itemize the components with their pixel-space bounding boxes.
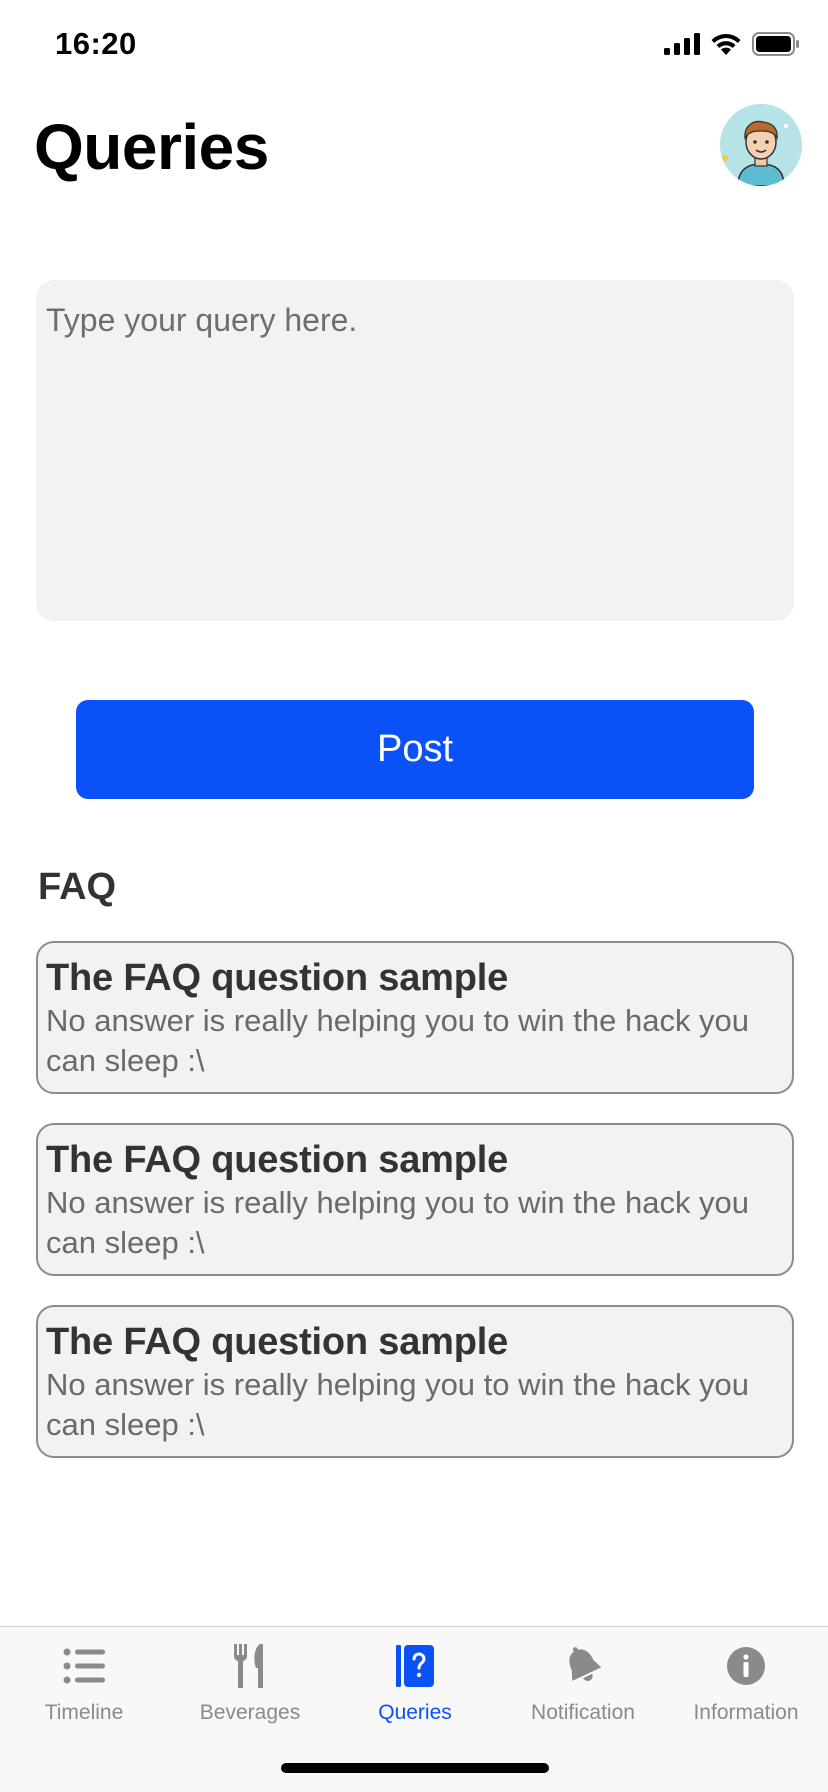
faq-item[interactable]: The FAQ question sample No answer is rea… <box>36 941 794 1094</box>
info-icon <box>723 1643 769 1689</box>
faq-question: The FAQ question sample <box>46 957 509 999</box>
wifi-icon <box>711 33 741 55</box>
user-avatar-icon <box>720 104 802 186</box>
battery-icon <box>752 32 799 56</box>
avatar[interactable] <box>720 104 802 186</box>
queries-screen: 16:20 Queries Type your query here. Post… <box>0 0 828 1792</box>
status-time: 16:20 <box>55 26 137 61</box>
list-icon <box>61 1643 107 1689</box>
tab-label: Timeline <box>44 1701 124 1724</box>
faq-answer: No answer is really helping you to win t… <box>46 1367 750 1442</box>
fork-knife-icon <box>227 1643 273 1689</box>
tab-notification[interactable]: Notification <box>503 1643 663 1743</box>
tab-timeline[interactable]: Timeline <box>4 1643 164 1743</box>
status-icons <box>664 32 800 56</box>
faq-question: The FAQ question sample <box>46 1139 509 1181</box>
tab-label: Queries <box>378 1701 452 1724</box>
faq-answer: No answer is really helping you to win t… <box>46 1003 750 1078</box>
tab-label: Beverages <box>199 1701 301 1724</box>
tab-label: Notification <box>531 1701 635 1724</box>
faq-section-title: FAQ <box>38 866 117 908</box>
post-button[interactable]: Post <box>76 700 754 799</box>
tab-beverages[interactable]: Beverages <box>170 1643 330 1743</box>
home-indicator[interactable] <box>281 1763 549 1773</box>
tab-information[interactable]: Information <box>666 1643 826 1743</box>
bell-icon <box>560 1643 606 1689</box>
faq-item[interactable]: The FAQ question sample No answer is rea… <box>36 1123 794 1276</box>
faq-item[interactable]: The FAQ question sample No answer is rea… <box>36 1305 794 1458</box>
cellular-signal-icon <box>664 33 700 55</box>
status-bar: 16:20 <box>0 0 828 92</box>
tab-label: Information <box>693 1701 799 1724</box>
faq-question: The FAQ question sample <box>46 1321 509 1363</box>
query-input[interactable] <box>36 280 794 621</box>
page-title: Queries <box>34 111 269 183</box>
question-book-icon <box>392 1643 438 1689</box>
tab-queries[interactable]: Queries <box>335 1643 495 1743</box>
faq-answer: No answer is really helping you to win t… <box>46 1185 750 1260</box>
